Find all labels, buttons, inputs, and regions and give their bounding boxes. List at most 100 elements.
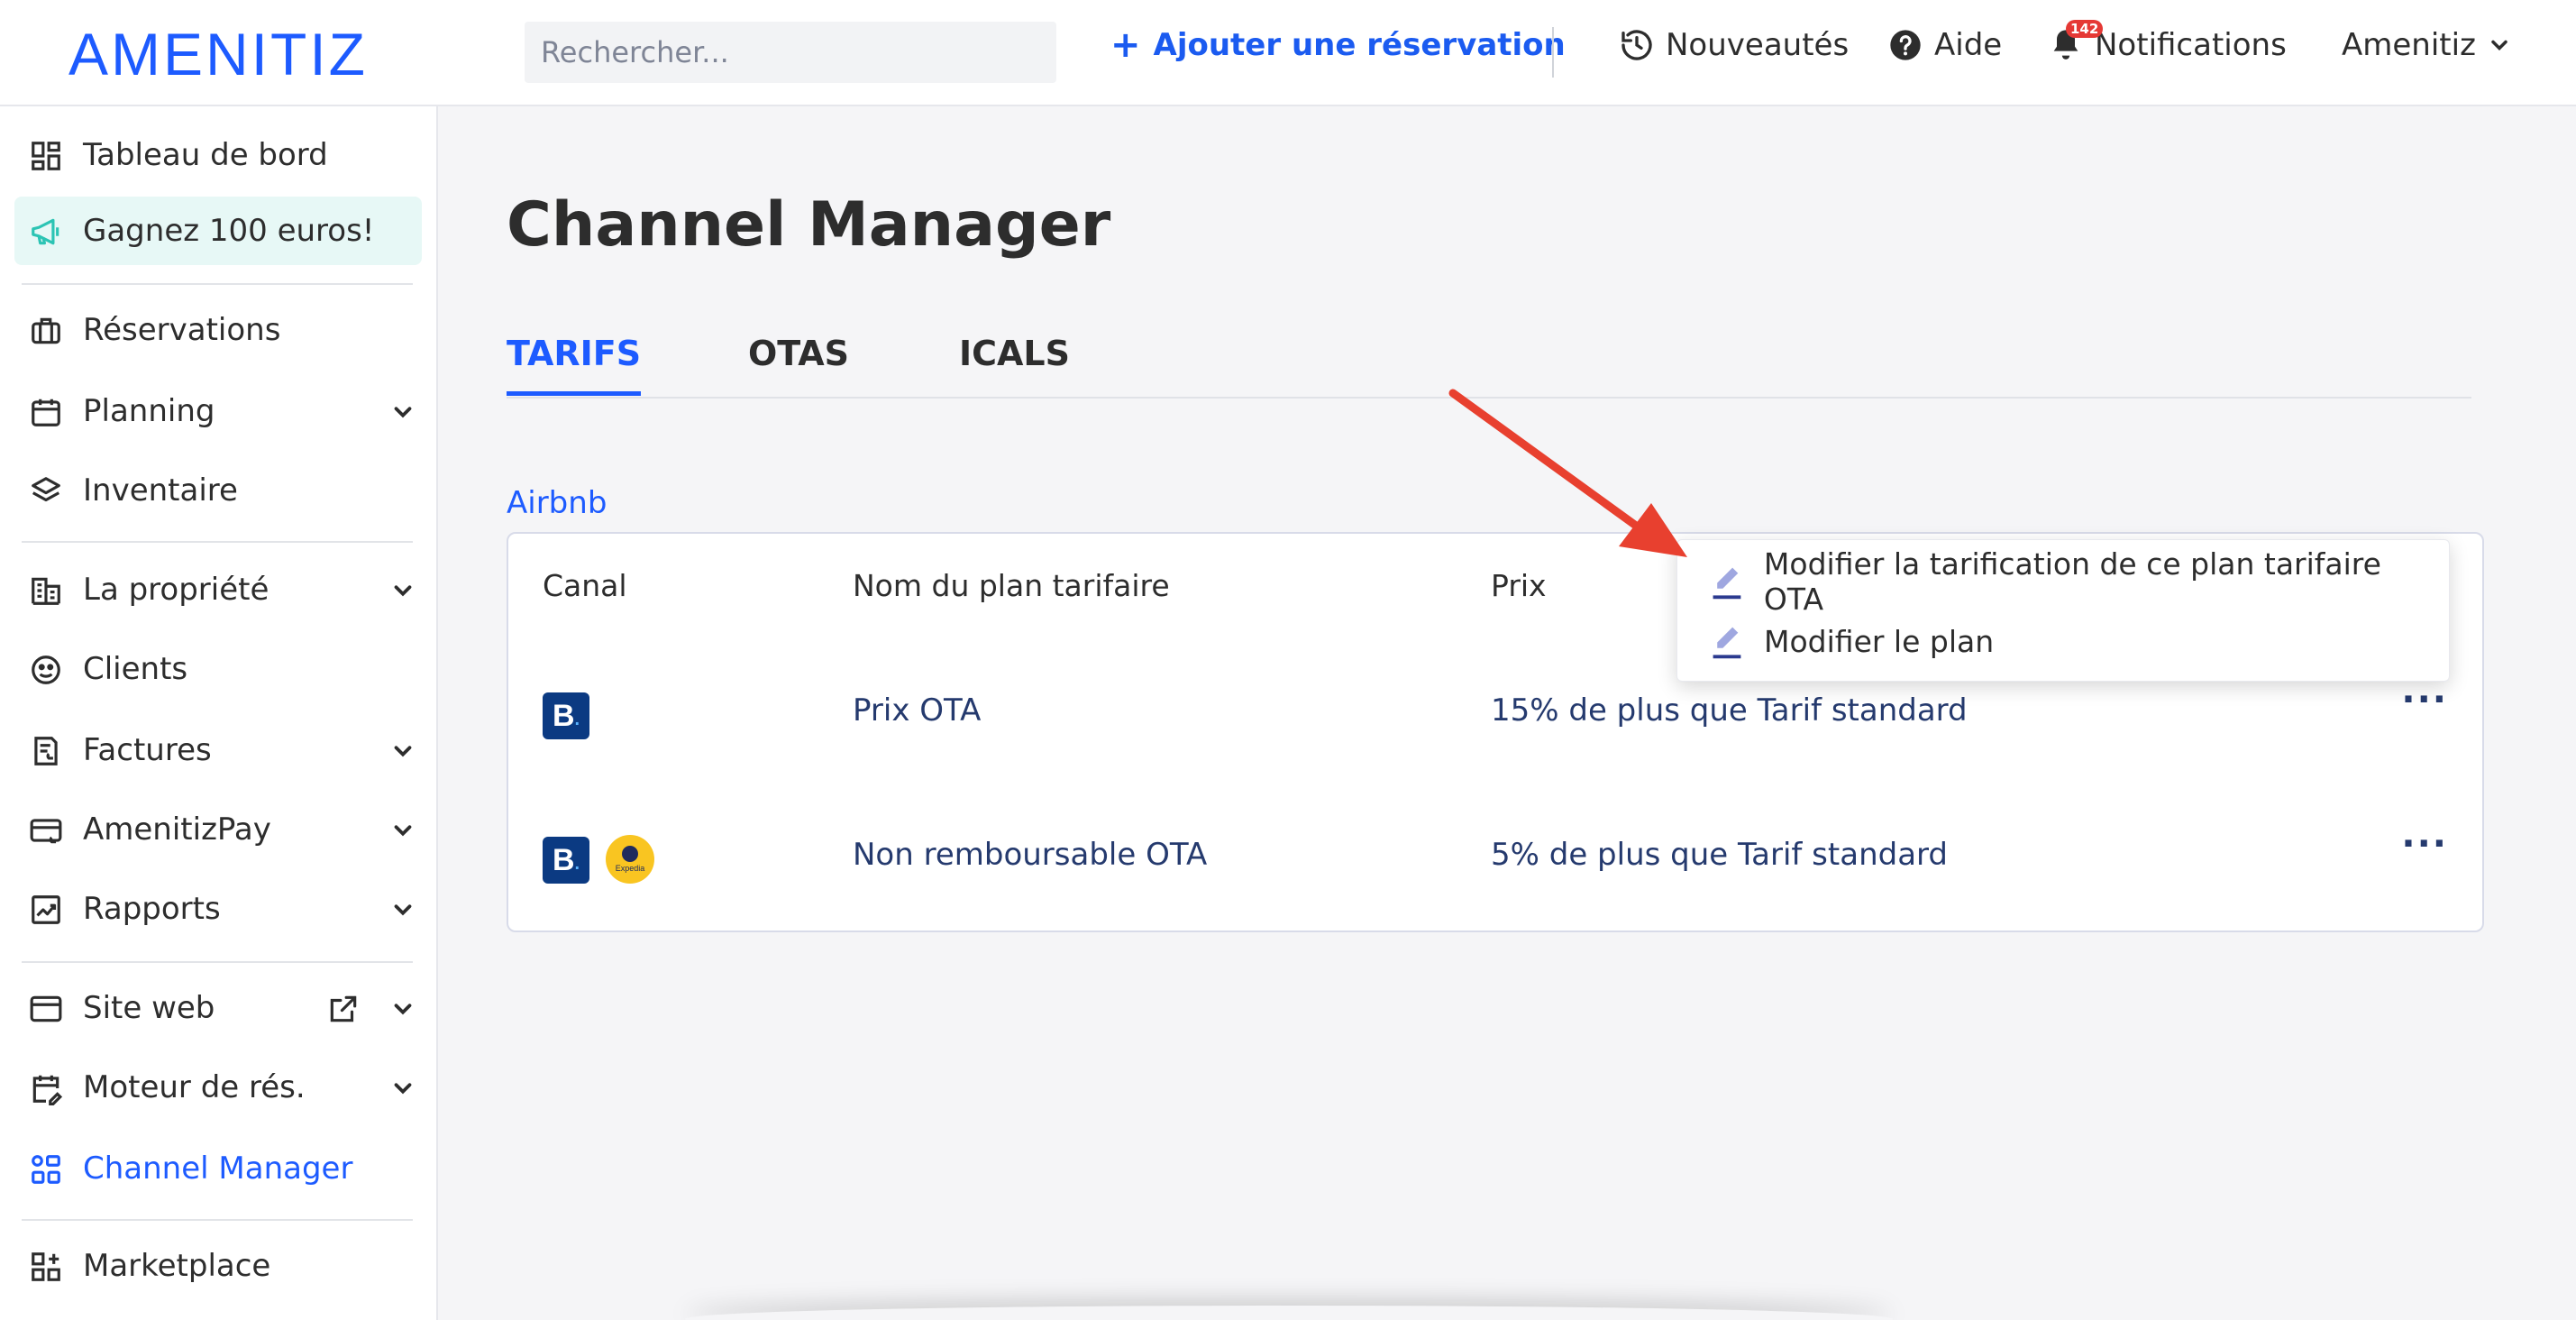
bell-icon-wrap: 142 (2048, 20, 2104, 63)
header-divider (1552, 27, 1554, 78)
menu-item-edit-plan[interactable]: Modifier le plan (1710, 616, 1994, 666)
sidebar-item-label: Marketplace (83, 1248, 271, 1284)
sidebar-item-dashboard[interactable]: Tableau de bord (14, 121, 422, 189)
search-input[interactable] (525, 22, 1056, 83)
help-icon (1890, 30, 1921, 60)
expedia-logo: Expedia (606, 835, 654, 884)
help-label: Aide (1934, 27, 2003, 63)
sidebar-divider (22, 961, 413, 963)
sidebar-item-referral[interactable]: Gagnez 100 euros! (14, 197, 422, 265)
column-header-price: Prix (1491, 568, 1547, 603)
sidebar-item-website[interactable]: Site web (14, 974, 422, 1042)
pencil-icon (1713, 627, 1741, 659)
tab-otas[interactable]: OTAS (748, 334, 849, 373)
chevron-down-icon (394, 825, 412, 837)
booking-logo-dot: . (574, 854, 580, 874)
notifications-badge: 142 (2066, 20, 2104, 38)
sidebar-divider (22, 541, 413, 543)
plus-icon: + (1110, 24, 1141, 66)
calendar-icon (29, 395, 63, 429)
sidebar-item-amenitizpay[interactable]: AmenitizPay (14, 795, 422, 864)
rate-plan-name[interactable]: Non remboursable OTA (853, 837, 1207, 873)
sidebar-item-planning[interactable]: Planning (14, 377, 422, 445)
card-icon (29, 813, 63, 848)
sidebar-item-booking-engine[interactable]: Moteur de rés. (14, 1053, 422, 1122)
sidebar-item-label: Factures (83, 732, 212, 768)
channel-icon (29, 1152, 63, 1187)
chevron-down-icon (394, 1004, 412, 1015)
briefcase-icon (29, 314, 63, 348)
building-icon (29, 573, 63, 608)
face-icon (29, 653, 63, 687)
column-header-name: Nom du plan tarifaire (853, 568, 1170, 603)
calendar-edit-icon (29, 1071, 63, 1105)
sidebar-item-label: Réservations (83, 312, 281, 348)
invoice-icon (29, 734, 63, 768)
section-title-airbnb: Airbnb (507, 485, 607, 521)
external-link-icon[interactable] (326, 992, 361, 1026)
megaphone-icon (29, 215, 63, 249)
add-reservation-button[interactable]: + Ajouter une réservation (1110, 27, 1566, 63)
chevron-down-icon (394, 904, 412, 916)
row-actions-button[interactable]: ··· (2401, 682, 2448, 718)
booking-logo: B. (543, 692, 589, 739)
sidebar-item-marketplace[interactable]: Marketplace (14, 1232, 422, 1300)
sidebar-item-label: Channel Manager (83, 1150, 353, 1187)
menu-item-label: Modifier le plan (1764, 623, 1995, 659)
sidebar-item-clients[interactable]: Clients (14, 635, 422, 703)
booking-logo-letter: B (552, 698, 575, 733)
annotation-arrow (1448, 389, 1687, 557)
news-button[interactable]: Nouveautés (1619, 27, 1849, 63)
booking-logo-dot: . (574, 710, 580, 729)
sidebar-divider (22, 283, 413, 285)
row-actions-button[interactable]: ··· (2401, 826, 2448, 862)
sidebar-item-invoices[interactable]: Factures (14, 716, 422, 784)
browser-icon (29, 992, 63, 1026)
bottom-shadow (685, 1306, 1893, 1320)
rate-plan-price: 15% de plus que Tarif standard (1491, 692, 1968, 729)
top-header: AMENITIZ + Ajouter une réservation Nouve… (0, 0, 2576, 106)
chart-icon (29, 893, 63, 927)
account-menu[interactable]: Amenitiz (2342, 27, 2512, 63)
sidebar-item-reports[interactable]: Rapports (14, 875, 422, 943)
add-reservation-label: Ajouter une réservation (1153, 27, 1566, 63)
news-label: Nouveautés (1666, 27, 1850, 63)
sidebar-item-channel-manager[interactable]: Channel Manager (14, 1134, 422, 1203)
notifications-label: Notifications (2095, 27, 2287, 63)
booking-logo: B. (543, 837, 589, 884)
menu-item-label: Modifier la tarification de ce plan tari… (1763, 546, 2381, 617)
sidebar: Tableau de bord Gagnez 100 euros! Réserv… (0, 106, 438, 1320)
expedia-logo-text: Expedia (615, 864, 645, 873)
chevron-down-icon (2491, 40, 2507, 50)
rate-plan-name[interactable]: Prix OTA (853, 692, 981, 729)
sidebar-item-inventory[interactable]: Inventaire (14, 456, 422, 525)
sidebar-item-reservations[interactable]: Réservations (14, 296, 422, 364)
account-label: Amenitiz (2342, 27, 2476, 63)
sidebar-item-label: Planning (83, 393, 215, 429)
sidebar-item-label: Inventaire (83, 472, 238, 509)
notifications-button[interactable]: 142 Notifications (2048, 20, 2287, 63)
tab-tarifs[interactable]: TARIFS (507, 334, 642, 396)
sidebar-item-label: Rapports (83, 891, 221, 927)
sidebar-item-label: Gagnez 100 euros! (83, 213, 375, 249)
sidebar-item-label: Site web (83, 990, 215, 1026)
layers-icon (29, 474, 63, 509)
menu-item-edit-ota-pricing[interactable]: Modifier la tarification de ce plan tari… (1710, 546, 2449, 617)
row-actions-menu: Modifier la tarification de ce plan tari… (1676, 539, 2450, 682)
help-button[interactable]: Aide (1887, 27, 2002, 63)
expedia-plane-icon (622, 846, 638, 862)
booking-logo-letter: B (552, 842, 575, 877)
sidebar-divider (22, 1219, 413, 1221)
sidebar-item-label: Moteur de rés. (83, 1069, 306, 1105)
column-header-canal: Canal (543, 568, 627, 603)
dashboard-icon (29, 139, 63, 173)
marketplace-icon (29, 1250, 63, 1284)
amenitiz-logo[interactable]: AMENITIZ (69, 20, 368, 88)
sidebar-item-label: Tableau de bord (83, 137, 328, 173)
tab-icals[interactable]: ICALS (959, 334, 1070, 373)
sidebar-item-property[interactable]: La propriété (14, 555, 422, 624)
chevron-down-icon (394, 407, 412, 418)
history-icon (1621, 30, 1652, 60)
chevron-down-icon (394, 746, 412, 757)
pencil-icon (1713, 567, 1741, 600)
